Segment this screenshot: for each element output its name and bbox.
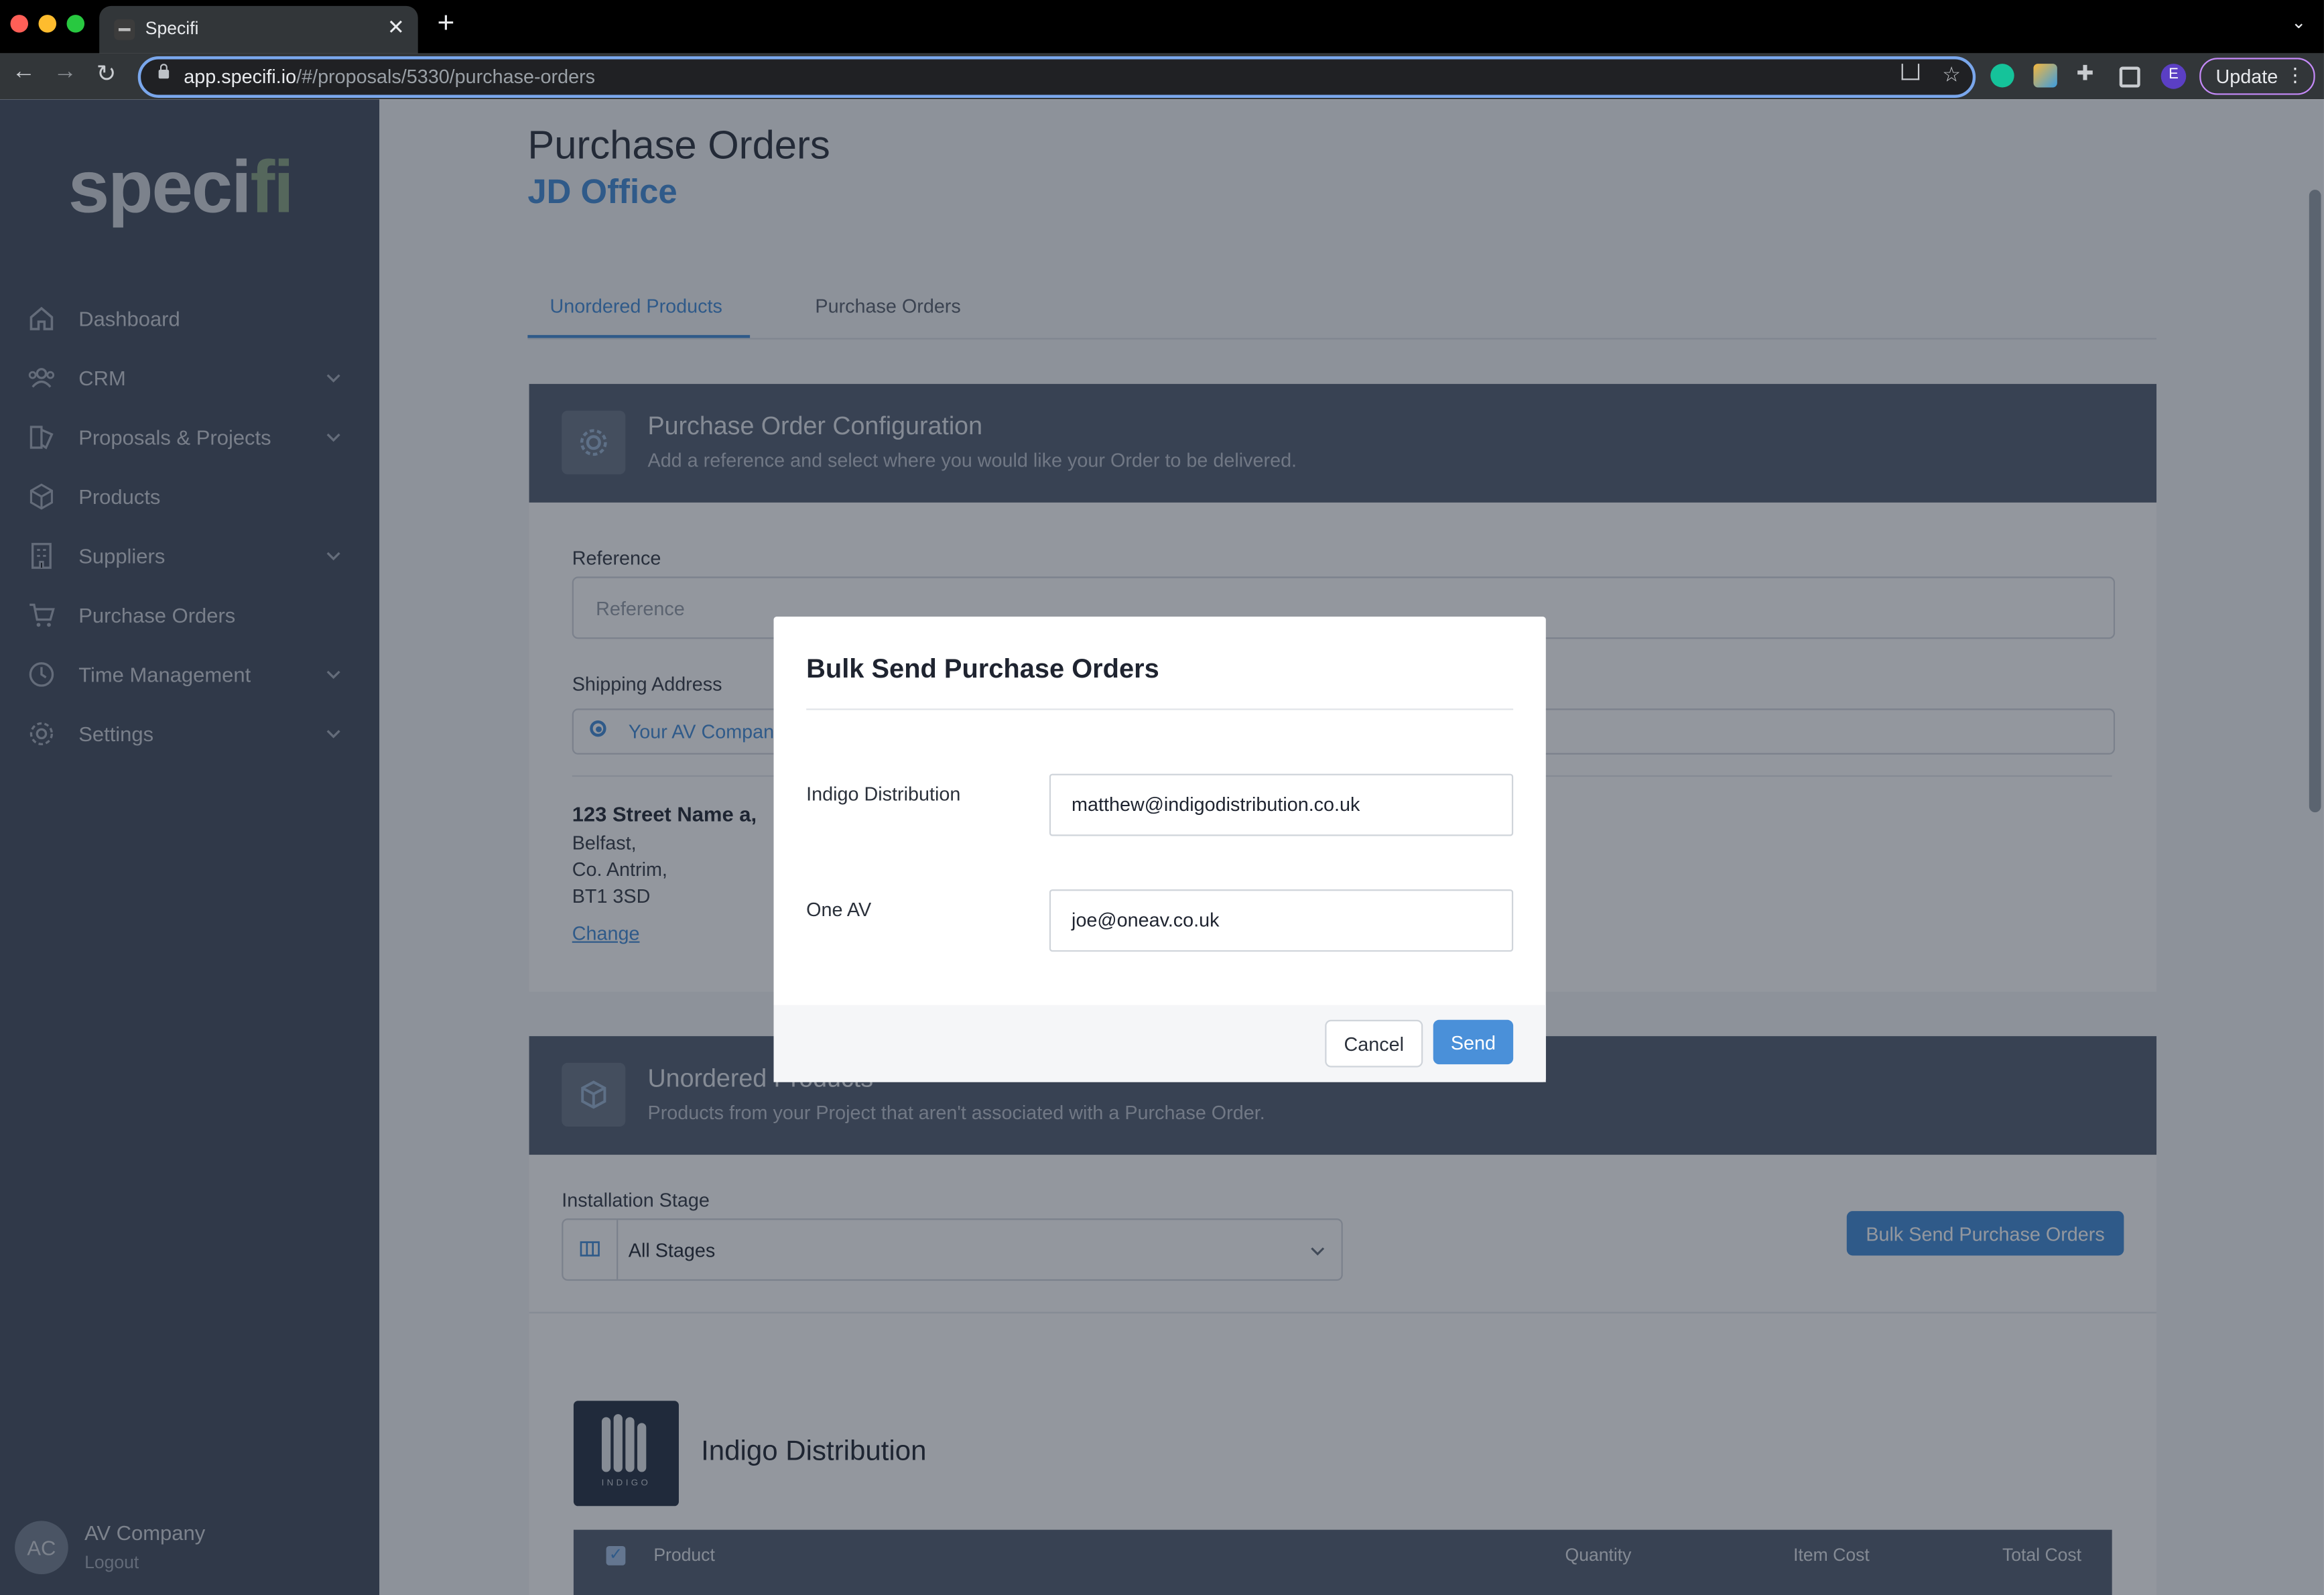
supplier-email-value: joe@oneav.co.uk	[1072, 908, 1220, 932]
minimize-window-button[interactable]	[38, 15, 57, 33]
cancel-button[interactable]: Cancel	[1325, 1019, 1423, 1068]
back-arrow-icon[interactable]: ←	[12, 59, 36, 86]
update-button[interactable]: Update ⋮	[2199, 58, 2315, 95]
supplier-label: Indigo Distribution	[806, 782, 961, 806]
bookmark-star-icon[interactable]: ☆	[1942, 62, 1961, 88]
supplier-email-value: matthew@indigodistribution.co.uk	[1072, 793, 1360, 816]
share-icon[interactable]	[1901, 64, 1920, 80]
url-host: app.specifi.io	[184, 65, 297, 88]
cancel-label: Cancel	[1344, 1033, 1404, 1056]
supplier-email-input[interactable]: matthew@indigodistribution.co.uk	[1049, 773, 1514, 836]
tab-search-chevron-icon[interactable]: ⌄	[2291, 12, 2306, 33]
lock-icon	[158, 64, 170, 79]
supplier-email-input[interactable]: joe@oneav.co.uk	[1049, 889, 1514, 952]
maximize-window-button[interactable]	[66, 15, 85, 33]
browser-tab-strip: Specifi ✕ + ⌄	[0, 0, 2324, 54]
grammarly-extension-icon[interactable]	[1990, 64, 2014, 88]
address-bar[interactable]: app.specifi.io/#/proposals/5330/purchase…	[137, 56, 1976, 98]
reload-icon[interactable]: ↻	[96, 59, 117, 88]
side-panel-icon[interactable]	[2119, 66, 2140, 88]
browser-tab[interactable]: Specifi ✕	[99, 5, 418, 54]
supplier-label: One AV	[806, 898, 872, 921]
profile-avatar[interactable]: E	[2160, 64, 2187, 89]
favicon-icon	[114, 19, 135, 40]
send-label: Send	[1450, 1031, 1496, 1054]
forward-arrow-icon[interactable]: →	[54, 59, 77, 86]
divider	[806, 708, 1514, 710]
modal-footer: Cancel Send	[773, 1005, 1546, 1082]
new-tab-icon[interactable]: +	[437, 7, 454, 42]
modal-title: Bulk Send Purchase Orders	[806, 653, 1159, 684]
close-tab-icon[interactable]: ✕	[387, 15, 405, 40]
browser-tab-title: Specifi	[145, 17, 199, 39]
more-menu-icon[interactable]: ⋮	[2285, 64, 2305, 87]
extension-icon[interactable]	[2033, 64, 2057, 88]
send-button[interactable]: Send	[1433, 1019, 1514, 1065]
url-path: /#/proposals/5330/purchase-orders	[296, 65, 596, 88]
update-label: Update	[2215, 65, 2278, 88]
bulk-send-modal: Bulk Send Purchase Orders Indigo Distrib…	[773, 617, 1546, 1082]
close-window-button[interactable]	[10, 15, 29, 33]
browser-toolbar: ← → ↻ app.specifi.io/#/proposals/5330/pu…	[0, 53, 2324, 100]
extensions-puzzle-icon[interactable]: ✚	[2077, 61, 2094, 86]
